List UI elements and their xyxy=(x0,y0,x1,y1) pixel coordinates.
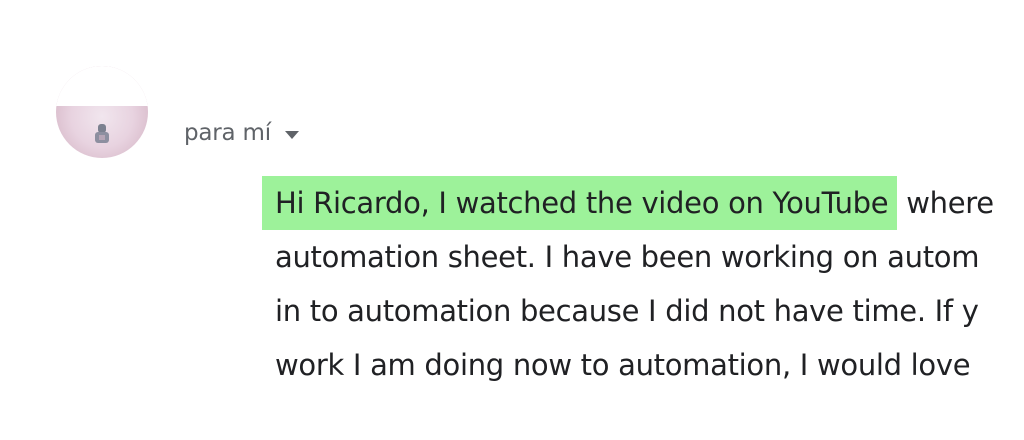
recipient-details-toggle[interactable]: para mí xyxy=(184,118,299,148)
message-line: Hi Ricardo, I watched the video on YouTu… xyxy=(262,176,997,230)
highlighted-text: Hi Ricardo, I watched the video on YouTu… xyxy=(262,176,898,230)
message-line: work I am doing now to automation, I wou… xyxy=(262,338,997,392)
message-line: automation sheet. I have been working on… xyxy=(262,230,997,284)
message-body: Hi Ricardo, I watched the video on YouTu… xyxy=(262,176,997,392)
message-line-text: in to automation because I did not have … xyxy=(275,294,979,328)
message-line-text: where xyxy=(897,186,994,220)
avatar-picture-icon xyxy=(95,124,109,143)
recipient-label: para mí xyxy=(184,120,271,146)
avatar-cropped-edge xyxy=(56,66,148,106)
chevron-down-icon[interactable] xyxy=(284,130,299,139)
message-line: in to automation because I did not have … xyxy=(262,284,997,338)
message-line-text: work I am doing now to automation, I wou… xyxy=(275,348,971,382)
avatar[interactable] xyxy=(56,66,148,158)
message-line-text: automation sheet. I have been working on… xyxy=(275,240,980,274)
